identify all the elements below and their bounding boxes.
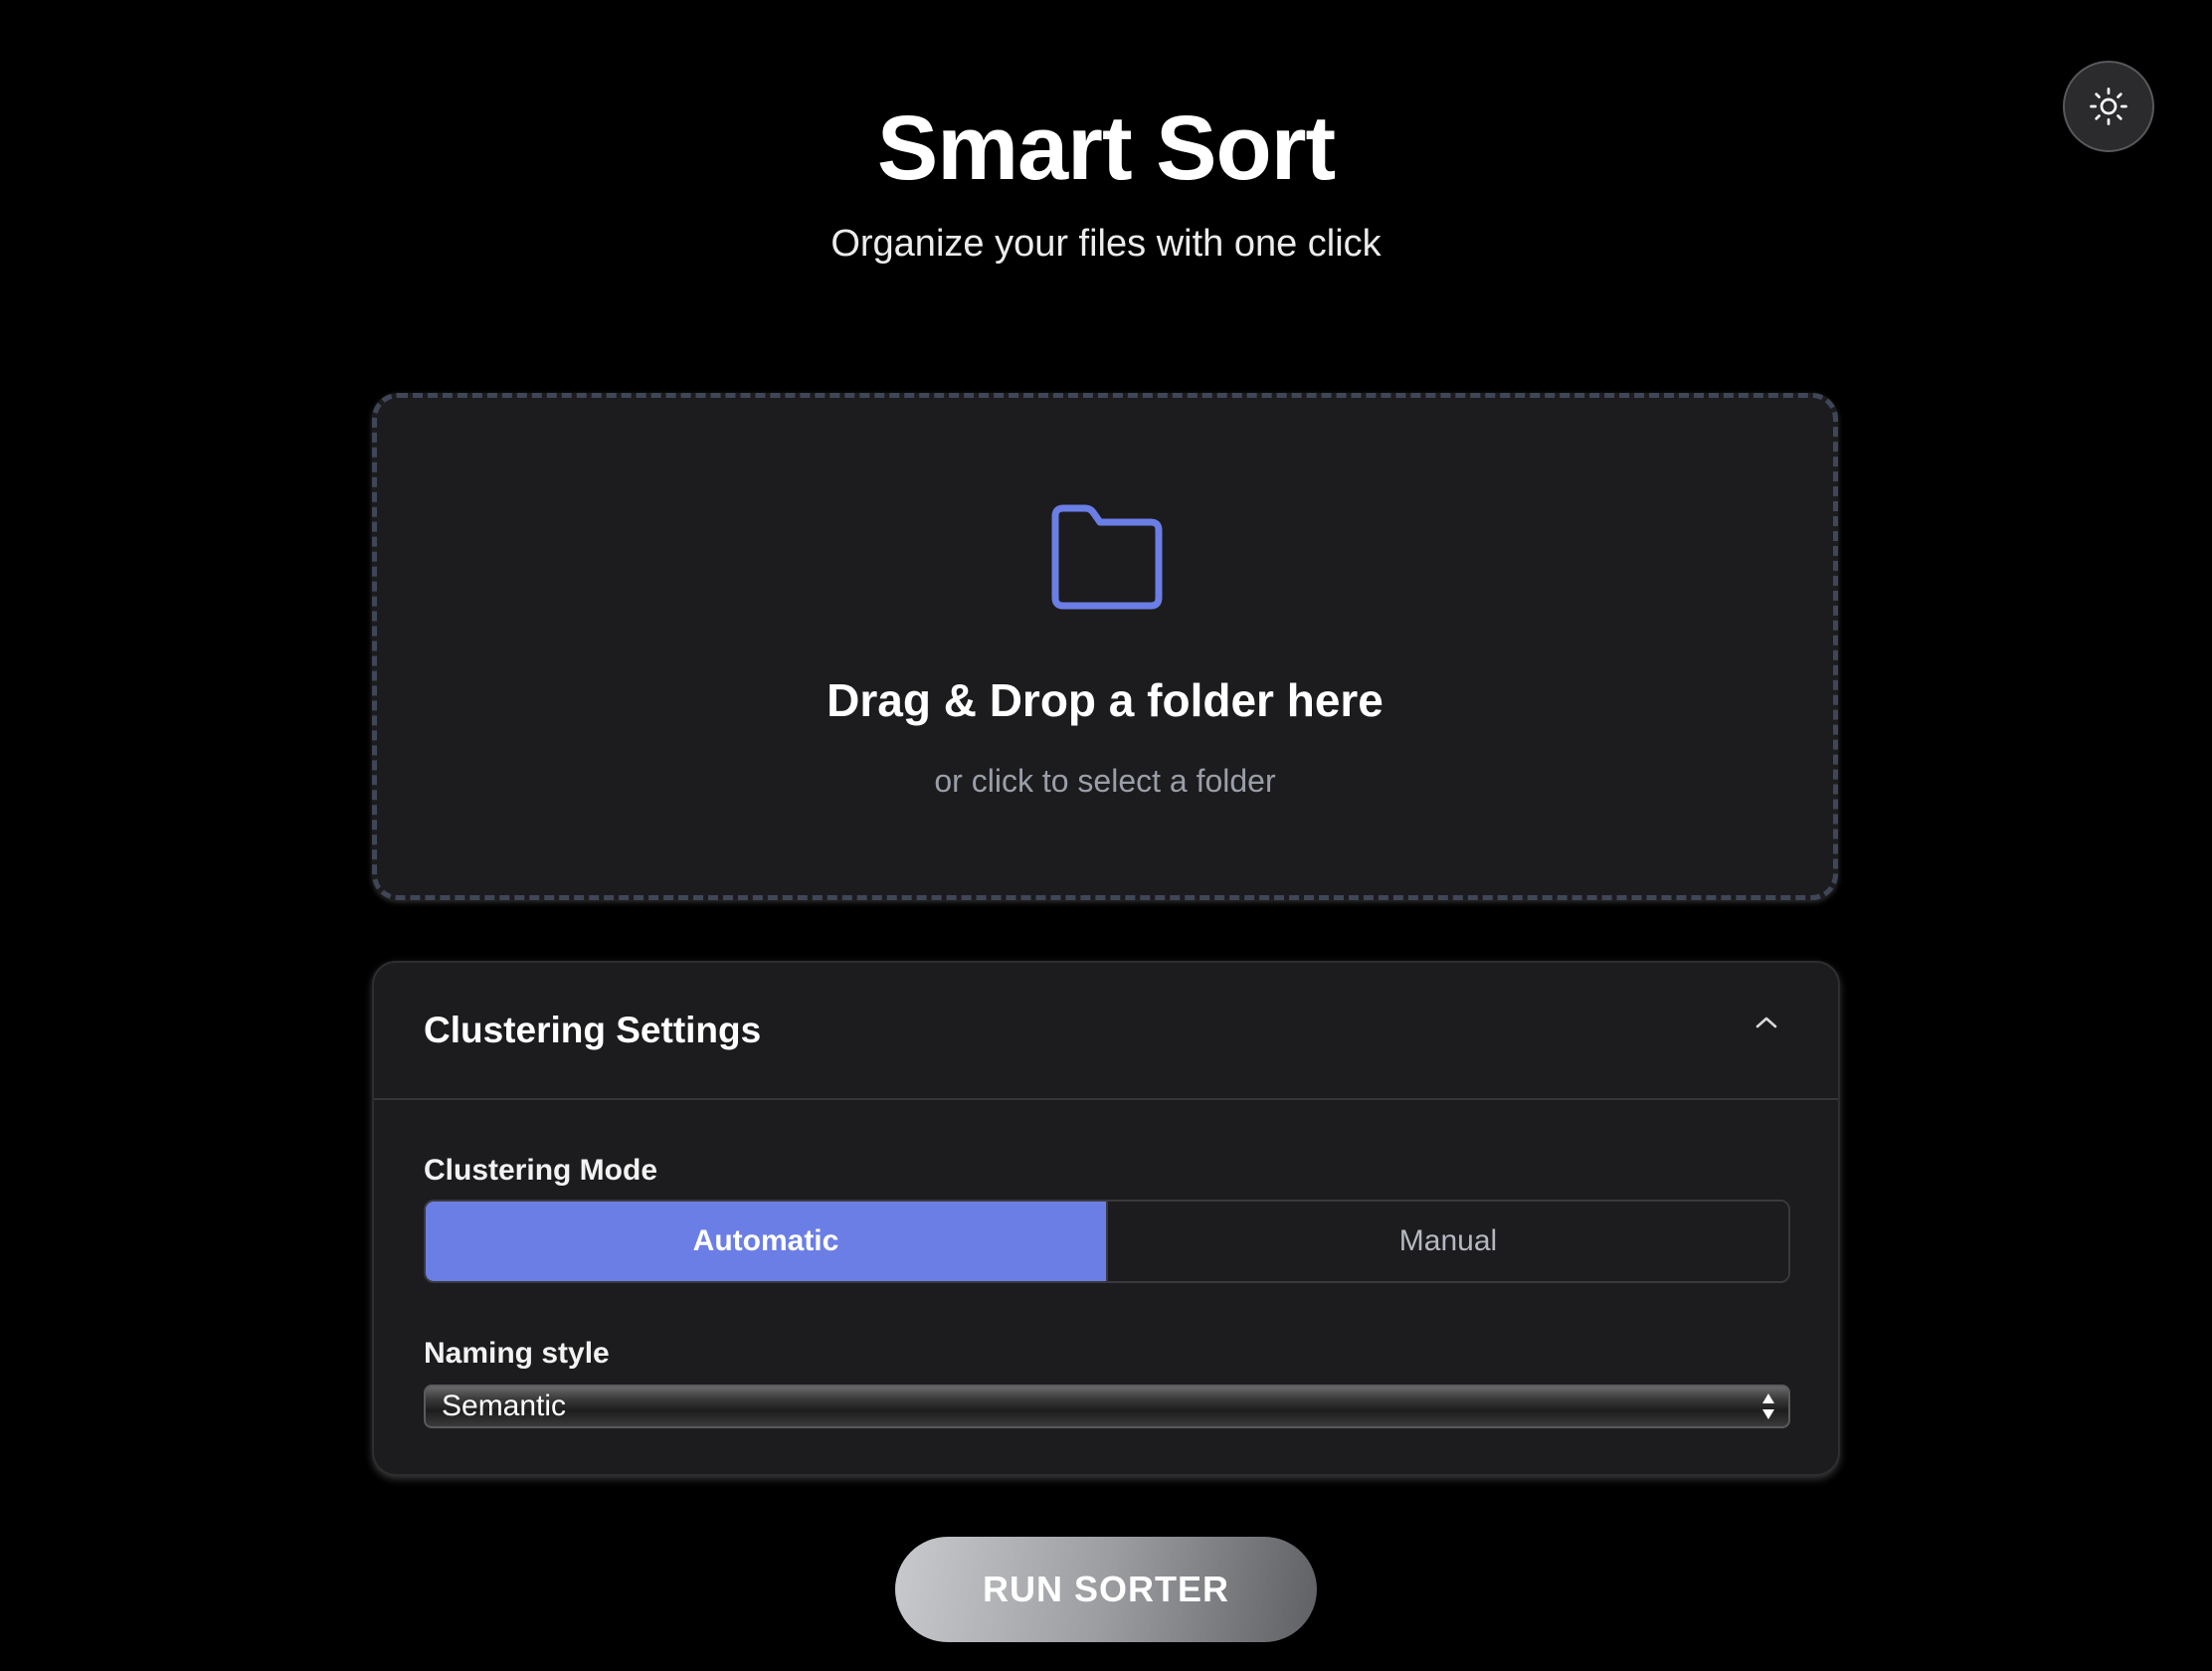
page-subtitle: Organize your files with one click	[830, 223, 1382, 265]
clustering-mode-label: Clustering Mode	[424, 1154, 658, 1187]
page-header: Smart Sort Organize your files with one …	[0, 90, 2212, 269]
dropzone-title: Drag & Drop a folder here	[827, 674, 1383, 726]
page-title: Smart Sort	[876, 97, 1336, 199]
folder-icon	[1051, 504, 1163, 610]
chevron-up-icon	[1755, 1017, 1777, 1028]
dropzone-subtitle: or click to select a folder	[934, 763, 1276, 799]
folder-dropzone[interactable]: Drag & Drop a folder here or click to se…	[372, 393, 1838, 900]
mode-manual-button[interactable]: Manual	[1108, 1202, 1788, 1281]
select-arrows-icon	[1762, 1393, 1774, 1419]
clustering-mode-toggle: Automatic Manual	[424, 1200, 1790, 1283]
settings-title: Clustering Settings	[424, 1010, 762, 1050]
clustering-settings-panel: Clustering Settings Clustering Mode Auto…	[372, 961, 1840, 1476]
mode-automatic-button[interactable]: Automatic	[426, 1202, 1108, 1281]
naming-style-label: Naming style	[424, 1337, 610, 1370]
naming-style-value: Semantic	[442, 1390, 567, 1422]
run-sorter-button[interactable]: RUN SORTER	[895, 1537, 1317, 1642]
naming-style-select[interactable]: Semantic	[424, 1385, 1790, 1428]
clustering-settings-header[interactable]: Clustering Settings	[374, 963, 1838, 1100]
